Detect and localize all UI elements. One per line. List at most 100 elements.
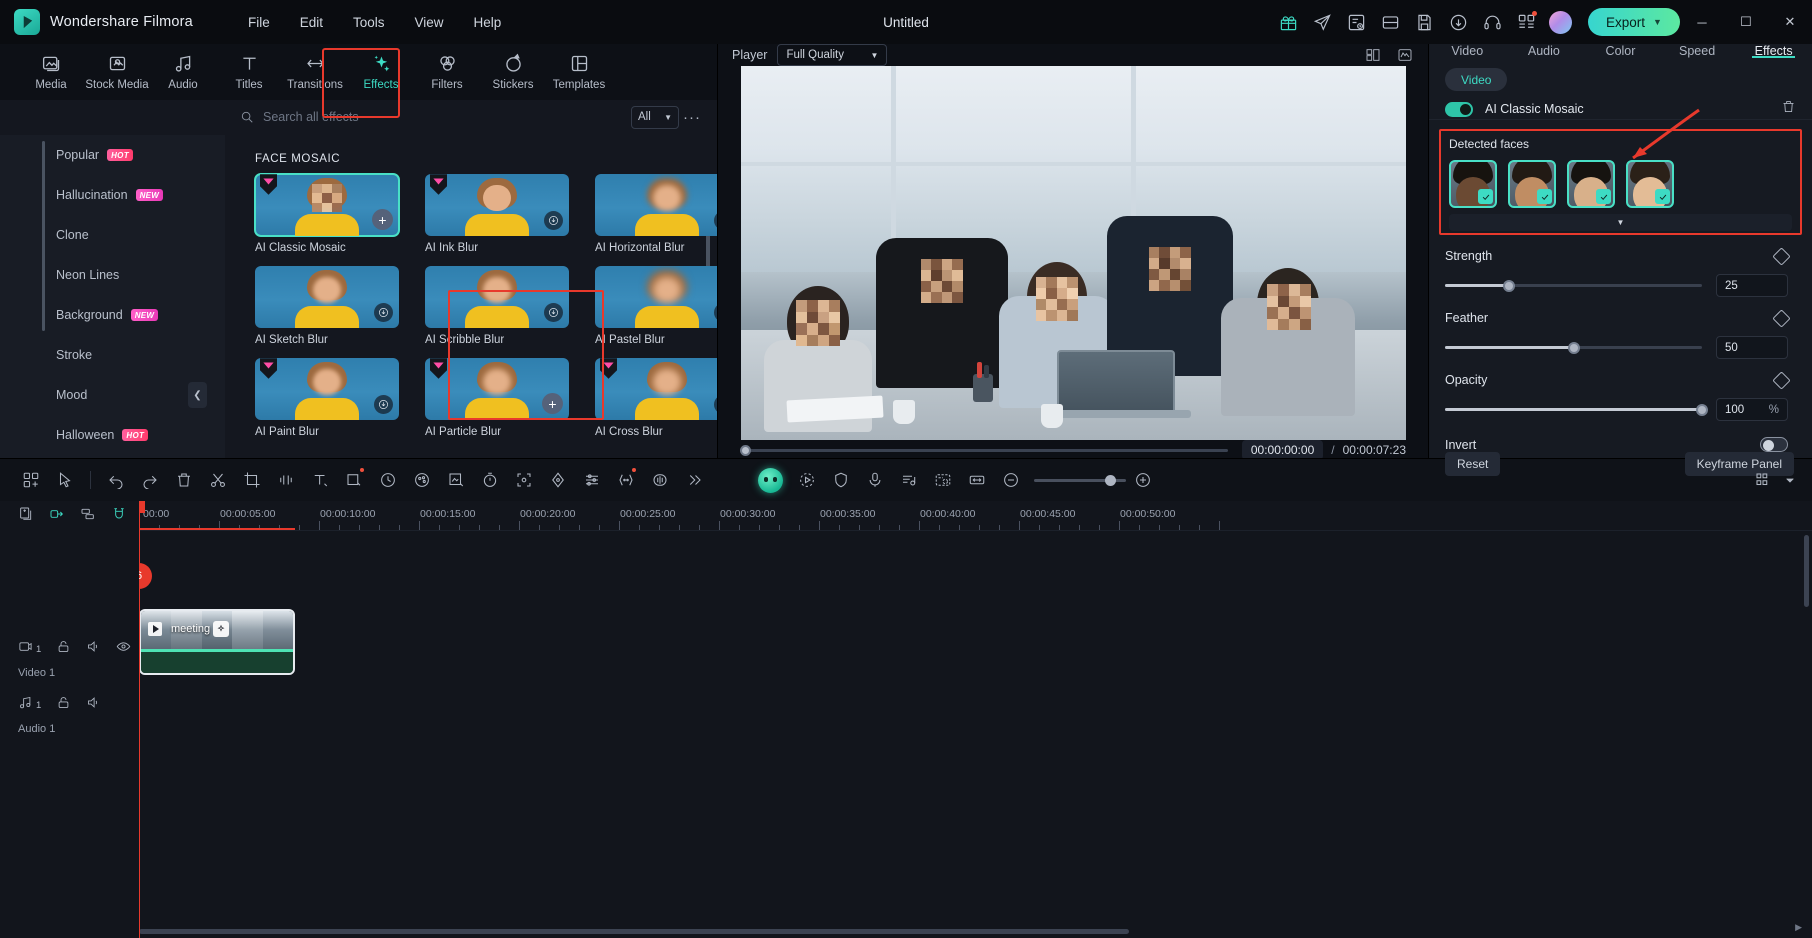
lock-icon[interactable] bbox=[56, 639, 71, 659]
current-time[interactable]: 00:00:00:00 bbox=[1241, 440, 1324, 460]
mode-stickers[interactable]: Stickers bbox=[480, 53, 546, 91]
timeline-vertical-scrollbar[interactable] bbox=[1804, 535, 1809, 607]
mask-icon[interactable] bbox=[337, 459, 371, 501]
link-icon[interactable] bbox=[49, 506, 65, 527]
quality-select[interactable]: Full Quality ▼ bbox=[777, 44, 888, 66]
keyframe-diamond-icon[interactable] bbox=[1772, 246, 1791, 266]
effect-card[interactable]: + AI Particle Blur bbox=[425, 358, 569, 438]
download-effect-button[interactable] bbox=[714, 211, 717, 231]
mode-transitions[interactable]: Transitions bbox=[282, 53, 348, 91]
copilot-icon[interactable] bbox=[758, 467, 783, 493]
audio-stretch-icon[interactable] bbox=[643, 459, 677, 501]
sub-tab-video[interactable]: Video bbox=[1445, 68, 1508, 91]
effect-card[interactable]: AI Cross Blur bbox=[595, 358, 717, 438]
clip-effect-icon[interactable] bbox=[213, 621, 229, 637]
auto-reframe-icon[interactable] bbox=[609, 459, 643, 501]
menu-file[interactable]: File bbox=[235, 11, 283, 34]
split-icon[interactable] bbox=[201, 459, 235, 501]
category-neon-lines[interactable]: Neon Lines bbox=[0, 255, 225, 295]
player-scrubber[interactable]: 00:00:00:00 / 00:00:07:23 bbox=[718, 440, 1428, 460]
strength-slider[interactable] bbox=[1445, 279, 1702, 292]
timeline-tracks[interactable]: 00:00 00:00:05:00 00:00:10:00 00:00:15:0… bbox=[139, 501, 1812, 938]
download-effect-button[interactable] bbox=[714, 303, 717, 323]
tab-effects[interactable]: Effects bbox=[1735, 44, 1812, 58]
add-effect-button[interactable]: + bbox=[372, 209, 393, 231]
tab-video[interactable]: Video bbox=[1429, 44, 1506, 58]
preview-render-icon[interactable] bbox=[926, 459, 960, 501]
delete-effect-button[interactable] bbox=[1781, 99, 1796, 119]
magnet-icon[interactable] bbox=[111, 506, 127, 527]
download-effect-button[interactable] bbox=[374, 395, 393, 415]
minimize-button[interactable]: ─ bbox=[1680, 0, 1724, 44]
gift-icon[interactable] bbox=[1271, 0, 1305, 44]
eye-icon[interactable] bbox=[116, 639, 131, 659]
waveform-icon[interactable] bbox=[1396, 47, 1414, 63]
timer-icon[interactable] bbox=[473, 459, 507, 501]
category-halloween[interactable]: Halloween HOT bbox=[0, 415, 225, 455]
timeline-ruler[interactable]: 00:00 00:00:05:00 00:00:10:00 00:00:15:0… bbox=[139, 501, 1812, 531]
invert-toggle[interactable] bbox=[1760, 437, 1788, 452]
face-checkbox[interactable] bbox=[1596, 189, 1611, 204]
keyframe-icon[interactable] bbox=[541, 459, 575, 501]
category-face-mosaic[interactable]: Face Mosaic bbox=[0, 455, 225, 458]
category-hallucination[interactable]: Hallucination NEW bbox=[0, 175, 225, 215]
category-popular[interactable]: Popular HOT bbox=[0, 135, 225, 175]
reset-button[interactable]: Reset bbox=[1445, 452, 1501, 476]
tab-color[interactable]: Color bbox=[1582, 44, 1659, 58]
collapse-sidebar-button[interactable]: ❮ bbox=[188, 382, 207, 408]
tab-audio[interactable]: Audio bbox=[1506, 44, 1583, 58]
dropdown-icon[interactable] bbox=[1782, 459, 1798, 501]
mode-titles[interactable]: Titles bbox=[216, 53, 282, 91]
mic-icon[interactable] bbox=[858, 459, 892, 501]
motion-tracking-icon[interactable] bbox=[507, 459, 541, 501]
shield-icon[interactable] bbox=[824, 459, 858, 501]
mode-effects[interactable]: Effects bbox=[348, 53, 414, 91]
download-effect-button[interactable] bbox=[714, 395, 717, 415]
apps-icon[interactable] bbox=[1509, 0, 1543, 44]
task-history-icon[interactable] bbox=[1339, 0, 1373, 44]
effects-filter-select[interactable]: All ▼ bbox=[631, 105, 679, 129]
undo-icon[interactable] bbox=[99, 459, 133, 501]
download-effect-button[interactable] bbox=[544, 303, 563, 323]
scrub-handle[interactable] bbox=[740, 444, 751, 456]
timeline-zoom-slider[interactable] bbox=[1034, 474, 1126, 486]
menu-edit[interactable]: Edit bbox=[287, 11, 336, 34]
delete-icon[interactable] bbox=[167, 459, 201, 501]
select-tool-icon[interactable] bbox=[48, 459, 82, 501]
download-effect-button[interactable] bbox=[544, 211, 563, 231]
adjust-icon[interactable] bbox=[575, 459, 609, 501]
effect-enable-toggle[interactable] bbox=[1445, 101, 1473, 117]
mode-templates[interactable]: Templates bbox=[546, 53, 612, 91]
redo-icon[interactable] bbox=[133, 459, 167, 501]
clip-play-icon[interactable] bbox=[148, 622, 162, 636]
expand-faces-button[interactable]: ▼ bbox=[1449, 214, 1792, 231]
auto-cut-icon[interactable] bbox=[790, 459, 824, 501]
fit-icon[interactable] bbox=[960, 459, 994, 501]
export-button[interactable]: Export ▼ bbox=[1588, 8, 1680, 36]
add-effect-button[interactable]: + bbox=[542, 393, 563, 415]
green-screen-icon[interactable] bbox=[439, 459, 473, 501]
mode-media[interactable]: Media bbox=[18, 53, 84, 91]
effect-card[interactable]: AI Pastel Blur bbox=[595, 266, 717, 346]
tab-speed[interactable]: Speed bbox=[1659, 44, 1736, 58]
group-icon[interactable] bbox=[80, 506, 96, 527]
speed-icon[interactable] bbox=[371, 459, 405, 501]
effect-card[interactable]: + AI Classic Mosaic bbox=[254, 173, 400, 254]
audio-detach-icon[interactable] bbox=[269, 459, 303, 501]
opacity-slider[interactable] bbox=[1445, 403, 1708, 416]
category-scrollbar[interactable] bbox=[42, 141, 45, 332]
face-checkbox[interactable] bbox=[1655, 189, 1670, 204]
lock-icon[interactable] bbox=[56, 695, 71, 715]
face-thumbnail[interactable] bbox=[1508, 160, 1556, 208]
face-checkbox[interactable] bbox=[1478, 189, 1493, 204]
face-checkbox[interactable] bbox=[1537, 189, 1552, 204]
add-track-icon[interactable] bbox=[18, 506, 34, 527]
effect-card[interactable]: AI Sketch Blur bbox=[255, 266, 399, 346]
mode-audio[interactable]: Audio bbox=[150, 53, 216, 91]
category-background[interactable]: Background NEW bbox=[0, 295, 225, 335]
maximize-button[interactable]: ☐ bbox=[1724, 0, 1768, 44]
timeline-clip[interactable]: meeting bbox=[139, 609, 295, 675]
headset-icon[interactable] bbox=[1475, 0, 1509, 44]
track-manager-icon[interactable] bbox=[1746, 459, 1780, 501]
menu-tools[interactable]: Tools bbox=[340, 11, 398, 34]
